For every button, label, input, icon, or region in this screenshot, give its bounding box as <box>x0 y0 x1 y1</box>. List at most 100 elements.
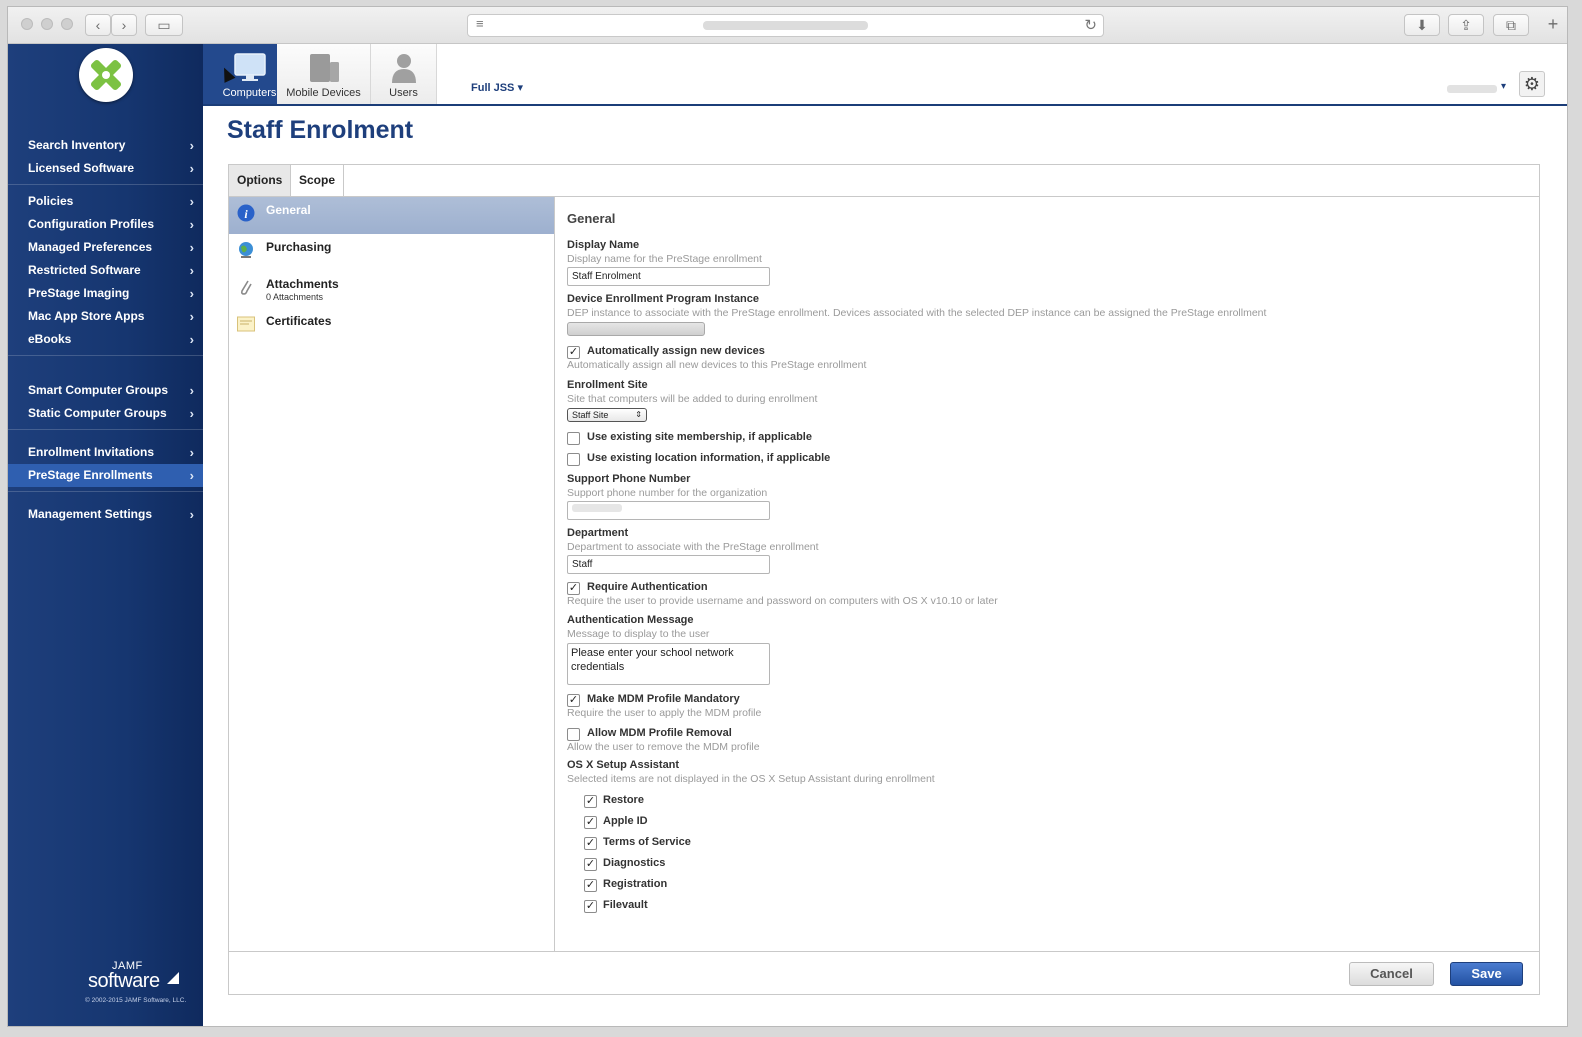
tabs-overview-icon[interactable]: ⧉ <box>1493 14 1529 36</box>
zoom-window-button[interactable] <box>61 18 73 30</box>
mobile-devices-icon <box>309 54 339 82</box>
top-navigation: Computers Mobile Devices Users Full JSS … <box>203 44 1567 106</box>
new-tab-icon[interactable]: + <box>1541 14 1565 36</box>
mdm-mandatory-checkbox[interactable]: ✓ <box>567 694 580 707</box>
close-window-button[interactable] <box>21 18 33 30</box>
tab-scope[interactable]: Scope <box>291 165 345 196</box>
chevron-right-icon: › <box>189 240 194 255</box>
use-location-info-label: Use existing location information, if ap… <box>587 452 831 464</box>
tab-mobile-devices[interactable]: Mobile Devices <box>277 44 371 104</box>
sidebar-item-label: PreStage Enrollments <box>28 468 153 482</box>
sidebar-item-prestage-enrollments[interactable]: PreStage Enrollments › <box>8 464 203 487</box>
back-icon[interactable]: ‹ <box>85 14 111 36</box>
reload-icon[interactable]: ↻ <box>1084 16 1097 34</box>
prestage-panel: Options Scope i General Purchasing Attac… <box>228 164 1540 995</box>
reader-icon[interactable]: ≡ <box>476 16 484 31</box>
setup-item-terms-of-service-checkbox[interactable]: ✓ <box>584 837 597 850</box>
user-menu-arrow-icon[interactable]: ▾ <box>1501 81 1506 92</box>
save-button[interactable]: Save <box>1450 962 1523 986</box>
casper-logo[interactable] <box>79 48 133 102</box>
copyright-text: © 2002-2015 JAMF Software, LLC. <box>85 997 187 1004</box>
require-auth-help: Require the user to provide username and… <box>567 595 998 607</box>
sidebar: Search Inventory › Licensed Software › Polic… <box>8 44 203 1026</box>
setup-item-label: Terms of Service <box>603 836 691 848</box>
sidebar-item-label: Static Computer Groups <box>28 406 167 420</box>
check-icon: ✓ <box>585 879 596 891</box>
check-icon: ✓ <box>585 837 596 849</box>
sidebar-item-policies[interactable]: Policies › <box>8 190 203 213</box>
setup-assistant-label: OS X Setup Assistant <box>567 759 680 771</box>
list-item-general[interactable]: i General <box>229 197 554 234</box>
share-icon[interactable]: ⇪ <box>1448 14 1484 36</box>
sidebar-item-mac-app-store-apps[interactable]: Mac App Store Apps › <box>8 305 203 328</box>
cancel-button[interactable]: Cancel <box>1349 962 1434 986</box>
sidebar-item-managed-preferences[interactable]: Managed Preferences › <box>8 236 203 259</box>
list-item-label: Attachments <box>266 277 339 291</box>
department-input[interactable] <box>567 555 770 574</box>
auto-assign-help: Automatically assign all new devices to … <box>567 359 867 371</box>
display-name-input[interactable] <box>567 267 770 286</box>
sidebar-item-ebooks[interactable]: eBooks › <box>8 328 203 351</box>
sidebar-item-label: Restricted Software <box>28 263 141 277</box>
brand-bottom: software <box>88 970 160 992</box>
tab-mobile-devices-label: Mobile Devices <box>286 87 361 99</box>
forward-icon[interactable]: › <box>111 14 137 36</box>
chevron-right-icon: › <box>189 507 194 522</box>
require-auth-checkbox[interactable]: ✓ <box>567 582 580 595</box>
sidebar-item-licensed-software[interactable]: Licensed Software › <box>8 157 203 180</box>
downloads-icon[interactable]: ⬇ <box>1404 14 1440 36</box>
list-item-label: General <box>266 203 311 217</box>
mdm-removal-checkbox[interactable] <box>567 728 580 741</box>
list-item-purchasing[interactable]: Purchasing <box>229 234 554 271</box>
enrollment-site-help: Site that computers will be added to dur… <box>567 393 818 405</box>
support-phone-input[interactable] <box>567 501 770 520</box>
sidebar-item-label: PreStage Imaging <box>28 286 130 300</box>
setup-item-diagnostics-checkbox[interactable]: ✓ <box>584 858 597 871</box>
dep-instance-help: DEP instance to associate with the PreSt… <box>567 307 1267 319</box>
chevron-right-icon: › <box>189 161 194 176</box>
jamf-software-logo: JAMF software <box>88 960 181 993</box>
auth-message-textarea[interactable]: Please enter your school network credent… <box>567 643 770 685</box>
address-bar[interactable]: ≡ ↻ <box>467 14 1104 37</box>
nav-group: Policies › Configuration Profiles › Managed … <box>8 190 203 356</box>
certificate-icon <box>237 316 255 332</box>
auto-assign-checkbox[interactable]: ✓ <box>567 346 580 359</box>
setup-item-apple-id-checkbox[interactable]: ✓ <box>584 816 597 829</box>
auto-assign-label: Automatically assign new devices <box>587 345 765 357</box>
use-site-membership-checkbox[interactable] <box>567 432 580 445</box>
setup-item-filevault-checkbox[interactable]: ✓ <box>584 900 597 913</box>
sidebar-item-enrollment-invitations[interactable]: Enrollment Invitations › <box>8 441 203 464</box>
tab-users[interactable]: Users <box>371 44 437 104</box>
sidebar-item-static-computer-groups[interactable]: Static Computer Groups › <box>8 402 203 425</box>
setup-item-label: Restore <box>603 794 644 806</box>
setup-item-restore-checkbox[interactable]: ✓ <box>584 795 597 808</box>
sidebar-item-search-inventory[interactable]: Search Inventory › <box>8 134 203 157</box>
setup-item-registration-checkbox[interactable]: ✓ <box>584 879 597 892</box>
sidebar-item-smart-computer-groups[interactable]: Smart Computer Groups › <box>8 379 203 402</box>
sidebar-item-restricted-software[interactable]: Restricted Software › <box>8 259 203 282</box>
sidebar-item-label: Search Inventory <box>28 138 126 152</box>
check-icon: ✓ <box>585 858 596 870</box>
check-icon: ✓ <box>585 900 596 912</box>
use-location-info-checkbox[interactable] <box>567 453 580 466</box>
attachments-count: 0 Attachments <box>266 292 324 302</box>
gear-icon[interactable]: ⚙ <box>1519 71 1545 97</box>
sidebar-item-configuration-profiles[interactable]: Configuration Profiles › <box>8 213 203 236</box>
sidebar-toggle-icon[interactable]: ▭ <box>145 14 183 36</box>
tab-options[interactable]: Options <box>229 165 292 196</box>
auth-message-label: Authentication Message <box>567 614 694 626</box>
nav-group: Search Inventory › Licensed Software › <box>8 134 203 185</box>
chevron-right-icon: › <box>189 138 194 153</box>
sidebar-item-management-settings[interactable]: Management Settings › <box>8 503 203 526</box>
site-selector[interactable]: Full JSS ▾ <box>471 81 523 94</box>
list-item-certificates[interactable]: Certificates <box>229 308 554 345</box>
list-item-attachments[interactable]: Attachments 0 Attachments <box>229 271 554 308</box>
minimize-window-button[interactable] <box>41 18 53 30</box>
globe-icon <box>239 242 253 258</box>
nav-group: Management Settings › <box>8 503 203 530</box>
enrollment-site-select[interactable]: Staff Site ⇕ <box>567 408 647 422</box>
dep-instance-select[interactable] <box>567 322 705 336</box>
use-site-membership-label: Use existing site membership, if applica… <box>587 431 812 443</box>
username-redacted[interactable] <box>1447 85 1497 93</box>
sidebar-item-prestage-imaging[interactable]: PreStage Imaging › <box>8 282 203 305</box>
